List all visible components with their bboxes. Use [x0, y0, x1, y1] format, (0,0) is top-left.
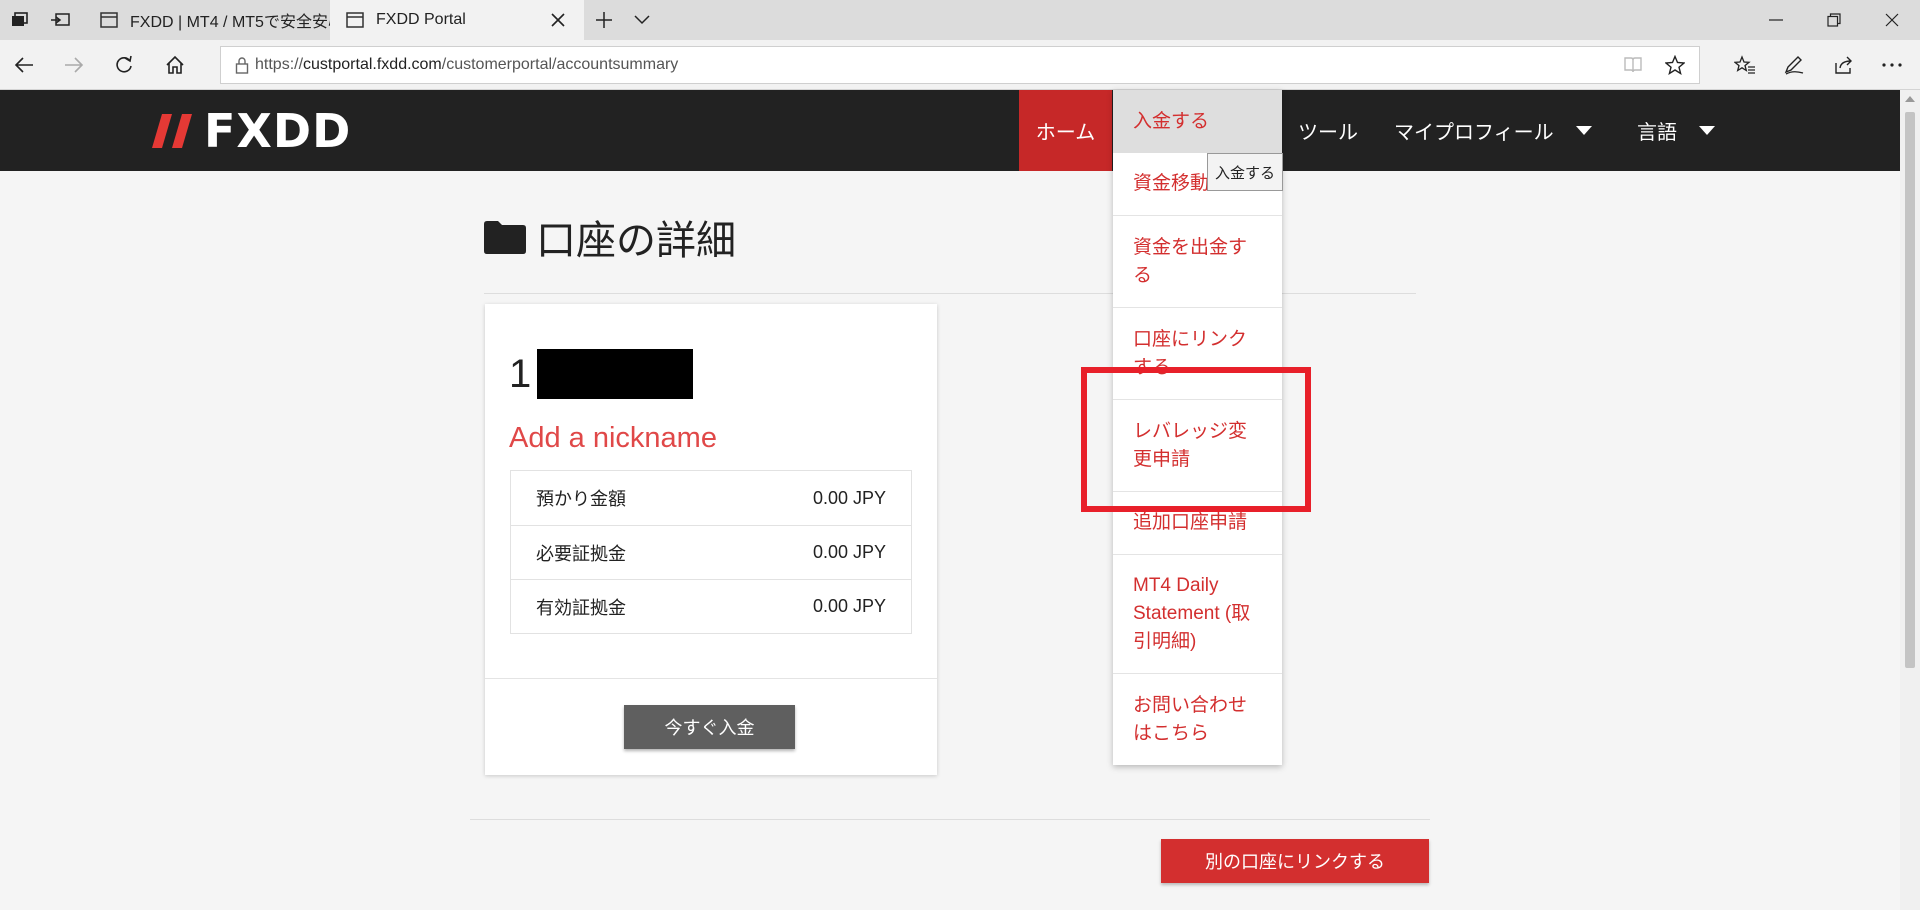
- favorites-icon[interactable]: [1725, 45, 1765, 85]
- back-icon[interactable]: [4, 45, 44, 85]
- lock-icon[interactable]: [235, 56, 249, 74]
- folder-icon: [484, 221, 526, 254]
- site-header: FXDD ホーム ツール マイプロフィール 言語: [0, 90, 1900, 171]
- browser-toolbar: https://custportal.fxdd.com/customerport…: [0, 40, 1920, 90]
- page-title-text: 口座の詳細: [536, 219, 736, 263]
- tab-fxdd-mt4[interactable]: FXDD | MT4 / MT5で安全安心: [84, 0, 330, 40]
- caret-down-icon: [1575, 126, 1592, 135]
- minimize-icon[interactable]: [1756, 0, 1796, 40]
- section-divider: [470, 819, 1430, 820]
- nav-tools[interactable]: ツール: [1298, 90, 1358, 171]
- table-row: 必要証拠金 0.00 JPY: [511, 525, 911, 579]
- home-icon[interactable]: [155, 45, 195, 85]
- tooltip: 入金する: [1207, 153, 1283, 191]
- row-label: 必要証拠金: [536, 543, 626, 564]
- menu-item-contact[interactable]: お問い合わせはこちら: [1113, 674, 1282, 765]
- address-bar[interactable]: https://custportal.fxdd.com/customerport…: [220, 46, 1700, 84]
- fxdd-logo-slashes-icon: [152, 114, 192, 148]
- table-row: 有効証拠金 0.00 JPY: [511, 579, 911, 633]
- forward-icon[interactable]: [54, 45, 94, 85]
- scrollbar-thumb[interactable]: [1905, 112, 1915, 668]
- tab-fxdd-portal[interactable]: FXDD Portal: [330, 0, 584, 40]
- notes-pen-icon[interactable]: [1774, 45, 1814, 85]
- nav-my-profile-label: マイプロフィール: [1394, 122, 1554, 144]
- reading-view-icon[interactable]: [1623, 56, 1643, 74]
- tab-preview-chevron-icon[interactable]: [622, 0, 662, 40]
- close-tab-icon[interactable]: [550, 12, 566, 28]
- new-tab-icon[interactable]: [584, 0, 624, 40]
- account-number: 1: [509, 352, 532, 396]
- row-value: 0.00 JPY: [812, 542, 886, 562]
- annotation-highlight-box: [1081, 367, 1311, 512]
- nav-home[interactable]: ホーム: [1019, 90, 1112, 171]
- row-value: 0.00 JPY: [812, 596, 886, 616]
- deposit-now-button[interactable]: 今すぐ入金: [624, 705, 795, 749]
- nav-my-profile[interactable]: マイプロフィール: [1394, 90, 1592, 171]
- row-value: 0.00 JPY: [812, 487, 886, 508]
- logo-text: FXDD: [204, 104, 352, 158]
- page-icon: [100, 12, 118, 28]
- share-icon[interactable]: [1823, 45, 1863, 85]
- account-number-redaction: [537, 349, 693, 399]
- table-row: 預かり金額 0.00 JPY: [511, 471, 911, 525]
- balance-table: 預かり金額 0.00 JPY 必要証拠金 0.00 JPY 有効証拠金 0.00…: [510, 470, 912, 634]
- close-window-icon[interactable]: [1872, 0, 1912, 40]
- refresh-icon[interactable]: [104, 45, 144, 85]
- more-icon[interactable]: [1872, 45, 1912, 85]
- fxdd-logo[interactable]: FXDD: [152, 104, 351, 158]
- restore-icon[interactable]: [1814, 0, 1854, 40]
- nav-language[interactable]: 言語: [1637, 90, 1715, 171]
- link-another-account-button[interactable]: 別の口座にリンクする: [1161, 839, 1429, 883]
- page-icon: [346, 12, 364, 28]
- tab-title: FXDD Portal: [376, 11, 466, 28]
- row-label: 預かり金額: [536, 489, 626, 509]
- tab-title: FXDD | MT4 / MT5で安全安心: [130, 14, 330, 31]
- favorite-star-icon[interactable]: [1665, 55, 1685, 75]
- account-card: 1 Add a nickname 預かり金額 0.00 JPY 必要証拠金 0.…: [485, 304, 937, 775]
- menu-item-mt4-daily-statement[interactable]: MT4 Daily Statement (取引明細): [1113, 555, 1282, 674]
- menu-item-deposit[interactable]: 入金する: [1113, 90, 1282, 153]
- add-nickname-link[interactable]: Add a nickname: [509, 422, 717, 455]
- menu-item-withdraw[interactable]: 資金を出金する: [1113, 216, 1282, 308]
- page-title: 口座の詳細: [484, 208, 736, 266]
- row-label: 有効証拠金: [536, 597, 626, 618]
- scroll-up-arrow-icon[interactable]: [1905, 96, 1915, 102]
- set-aside-tabs-icon[interactable]: [40, 0, 80, 40]
- caret-down-icon: [1699, 126, 1715, 135]
- url-text: https://custportal.fxdd.com/customerport…: [255, 56, 679, 73]
- card-divider: [485, 678, 937, 679]
- nav-language-label: 言語: [1637, 122, 1677, 144]
- tab-actions-icon[interactable]: [0, 0, 40, 40]
- browser-tab-bar: FXDD | MT4 / MT5で安全安心 FXDD Portal: [0, 0, 1920, 40]
